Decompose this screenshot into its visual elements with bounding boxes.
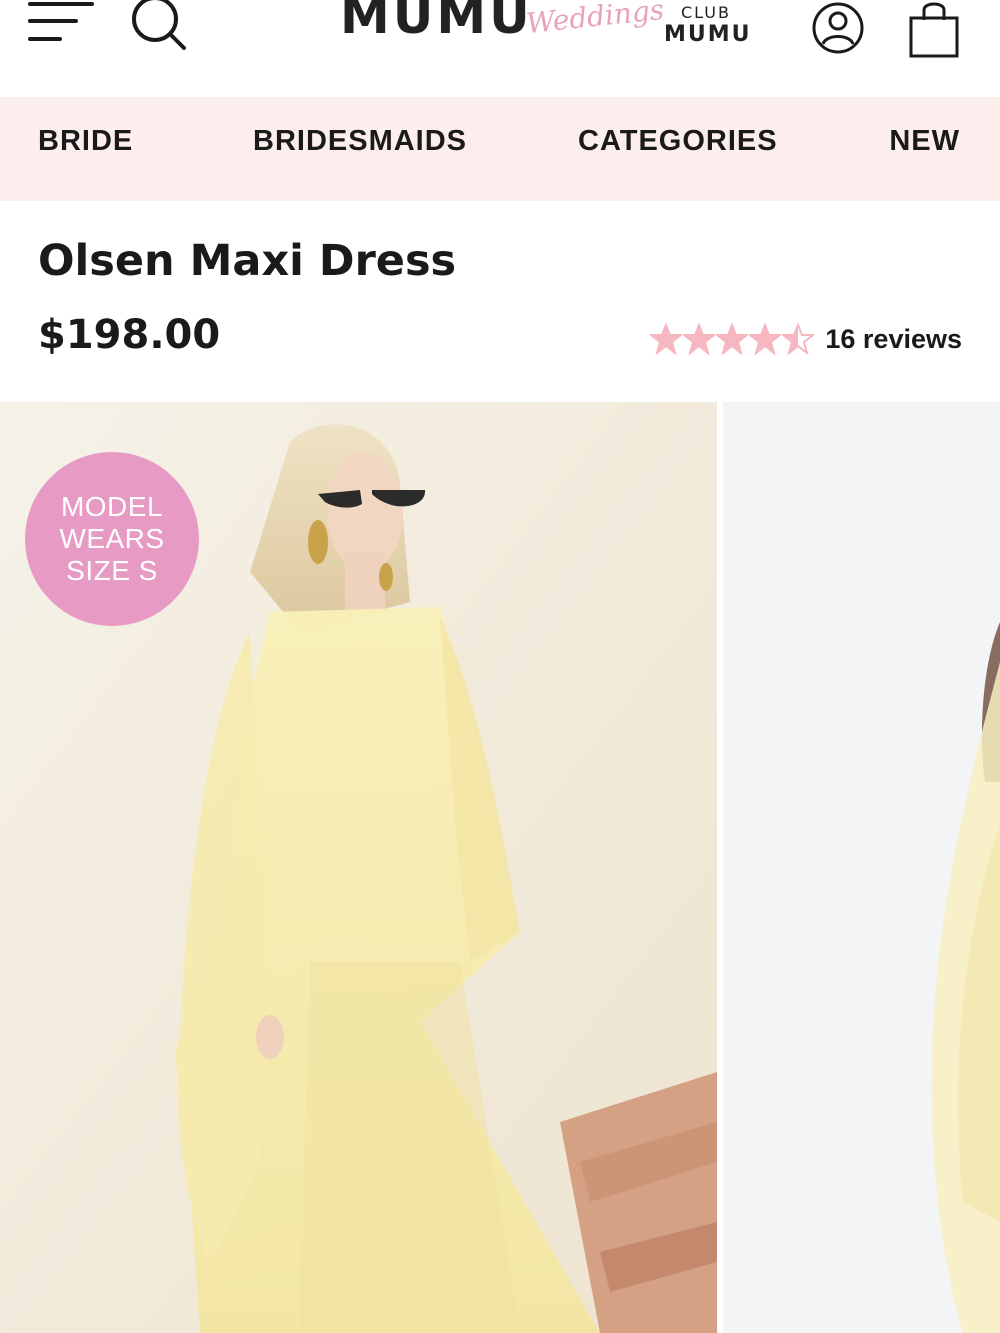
shopping-bag-icon[interactable] <box>906 0 962 60</box>
club-label-bottom: MUMU <box>664 22 752 47</box>
account-icon[interactable] <box>810 0 866 56</box>
menu-line <box>28 19 78 23</box>
badge-line: SIZE S <box>66 555 158 586</box>
star-half-icon <box>782 323 815 355</box>
nav-item-categories[interactable]: CATEGORIES <box>578 97 778 201</box>
menu-line <box>28 37 62 41</box>
product-price: $198.00 <box>38 312 221 358</box>
club-label-top: CLUB <box>681 3 731 22</box>
logo-wordmark: MUMU <box>340 0 533 45</box>
nav-item-bride[interactable]: BRIDE <box>38 97 133 201</box>
product-title: Olsen Maxi Dress <box>38 236 457 286</box>
product-gallery[interactable]: MODEL WEARS SIZE S <box>0 402 1000 1333</box>
nav-item-bridesmaids[interactable]: BRIDESMAIDS <box>253 97 467 201</box>
club-mumu-link[interactable]: CLUB MUMU <box>664 3 752 48</box>
product-photo-next[interactable] <box>723 402 1000 1333</box>
star-full-icon <box>683 323 716 355</box>
product-rating[interactable]: 16 reviews <box>650 318 962 360</box>
badge-line: WEARS <box>59 523 165 554</box>
star-full-icon <box>650 323 683 355</box>
product-photo-main[interactable]: MODEL WEARS SIZE S <box>0 402 717 1333</box>
menu-icon[interactable] <box>28 0 96 50</box>
reviews-link[interactable]: 16 reviews <box>825 324 962 355</box>
logo-script: Weddings <box>524 0 666 41</box>
category-nav: BRIDE BRIDESMAIDS CATEGORIES NEW <box>0 97 1000 201</box>
star-full-icon <box>716 323 749 355</box>
site-header: MUMU Weddings CLUB MUMU <box>0 0 1000 97</box>
menu-line <box>28 2 94 6</box>
search-icon[interactable] <box>128 0 188 52</box>
star-full-icon <box>749 323 782 355</box>
nav-item-new[interactable]: NEW <box>889 97 960 201</box>
badge-line: MODEL <box>60 491 164 522</box>
next-photo-illustration <box>723 402 1000 1333</box>
star-rating <box>650 323 815 355</box>
size-badge: MODEL WEARS SIZE S <box>25 452 199 626</box>
